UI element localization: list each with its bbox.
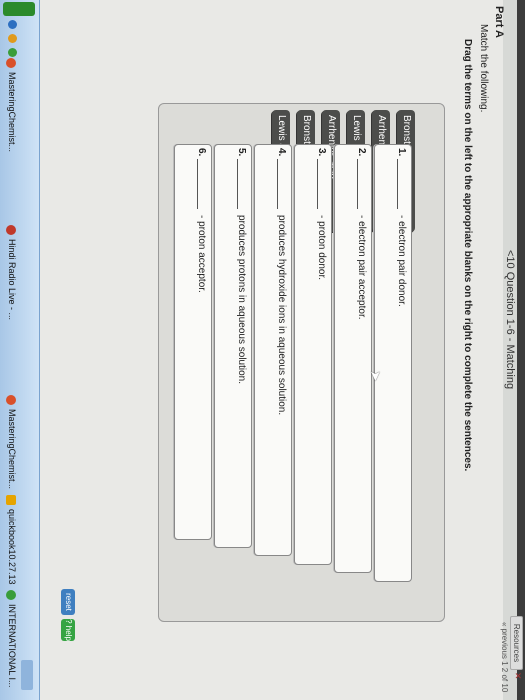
browser-icon <box>6 58 17 68</box>
mouse-pointer-icon: ➤ <box>368 370 384 382</box>
sentence-row: 1. - electron pair donor. <box>374 144 412 582</box>
drop-target[interactable] <box>357 155 369 211</box>
folder-quicklaunch-icon[interactable] <box>8 34 17 43</box>
system-tray[interactable] <box>21 660 33 690</box>
drop-target[interactable] <box>397 155 409 211</box>
taskbar-item[interactable]: MasteringChemist... <box>6 395 17 489</box>
browser-icon <box>6 225 17 235</box>
sentence-text: - electron pair donor. <box>396 215 407 307</box>
taskbar-item-label: MasteringChemist... <box>7 409 17 490</box>
taskbar-item-label: quickbook10.27.13 <box>7 509 17 585</box>
resources-button[interactable]: Resources <box>510 616 523 670</box>
help-button[interactable]: ? help <box>61 619 75 641</box>
taskbar-item[interactable]: Hindi Radio Live - ... <box>6 225 17 320</box>
sentence-row: 3. - proton donor. <box>294 144 332 565</box>
drop-target[interactable] <box>277 155 289 211</box>
sentence-text: produces hydroxide ions in aqueous solut… <box>276 215 287 416</box>
taskbar-item[interactable]: quickbook10.27.13 <box>6 495 17 585</box>
browser-quicklaunch-icon[interactable] <box>8 20 17 29</box>
sentence-text: - electron pair acceptor. <box>356 215 367 320</box>
instruction-text: Match the following. <box>478 24 489 113</box>
sentence-row: 5. produces protons in aqueous solution. <box>214 144 252 548</box>
browser-window: <10 Question 1-6 - Matching Resources ✕ … <box>0 0 525 700</box>
sentence-row: 6. - proton acceptor. <box>174 144 212 540</box>
close-icon[interactable]: ✕ <box>512 672 523 682</box>
directions-text: Drag the terms on the left to the approp… <box>462 39 473 472</box>
globe-icon <box>6 590 17 600</box>
sentence-text: produces protons in aqueous solution. <box>236 215 247 385</box>
sentence-text: - proton acceptor. <box>196 215 207 293</box>
sentence-row: 2. - electron pair acceptor. <box>334 144 372 573</box>
media-quicklaunch-icon[interactable] <box>8 48 17 57</box>
reset-button[interactable]: reset <box>61 589 75 615</box>
sentence-text: - proton donor. <box>316 215 327 281</box>
taskbar-item[interactable]: INTERNATIONAL I... <box>6 590 17 688</box>
drop-target[interactable] <box>317 155 329 211</box>
taskbar-item[interactable]: MasteringChemist... <box>6 58 17 152</box>
taskbar-item-label: INTERNATIONAL I... <box>7 604 17 688</box>
start-button[interactable] <box>3 2 35 16</box>
browser-icon <box>6 395 17 405</box>
part-heading: Part A <box>493 6 505 38</box>
page-title: <10 Question 1-6 - Matching <box>504 250 516 390</box>
screen: <10 Question 1-6 - Matching Resources ✕ … <box>0 0 525 700</box>
folder-icon <box>6 495 17 505</box>
drop-target[interactable] <box>237 155 249 211</box>
drop-target[interactable] <box>197 155 209 211</box>
taskbar-item-label: Hindi Radio Live - ... <box>7 239 17 321</box>
top-bezel <box>517 0 525 700</box>
question-pager[interactable]: « previous 1 2 of 10 <box>500 622 509 692</box>
taskbar-item-label: MasteringChemist... <box>7 72 17 153</box>
taskbar: MasteringChemist... Hindi Radio Live - .… <box>0 0 40 700</box>
sentence-row: 4. produces hydroxide ions in aqueous so… <box>254 144 292 556</box>
